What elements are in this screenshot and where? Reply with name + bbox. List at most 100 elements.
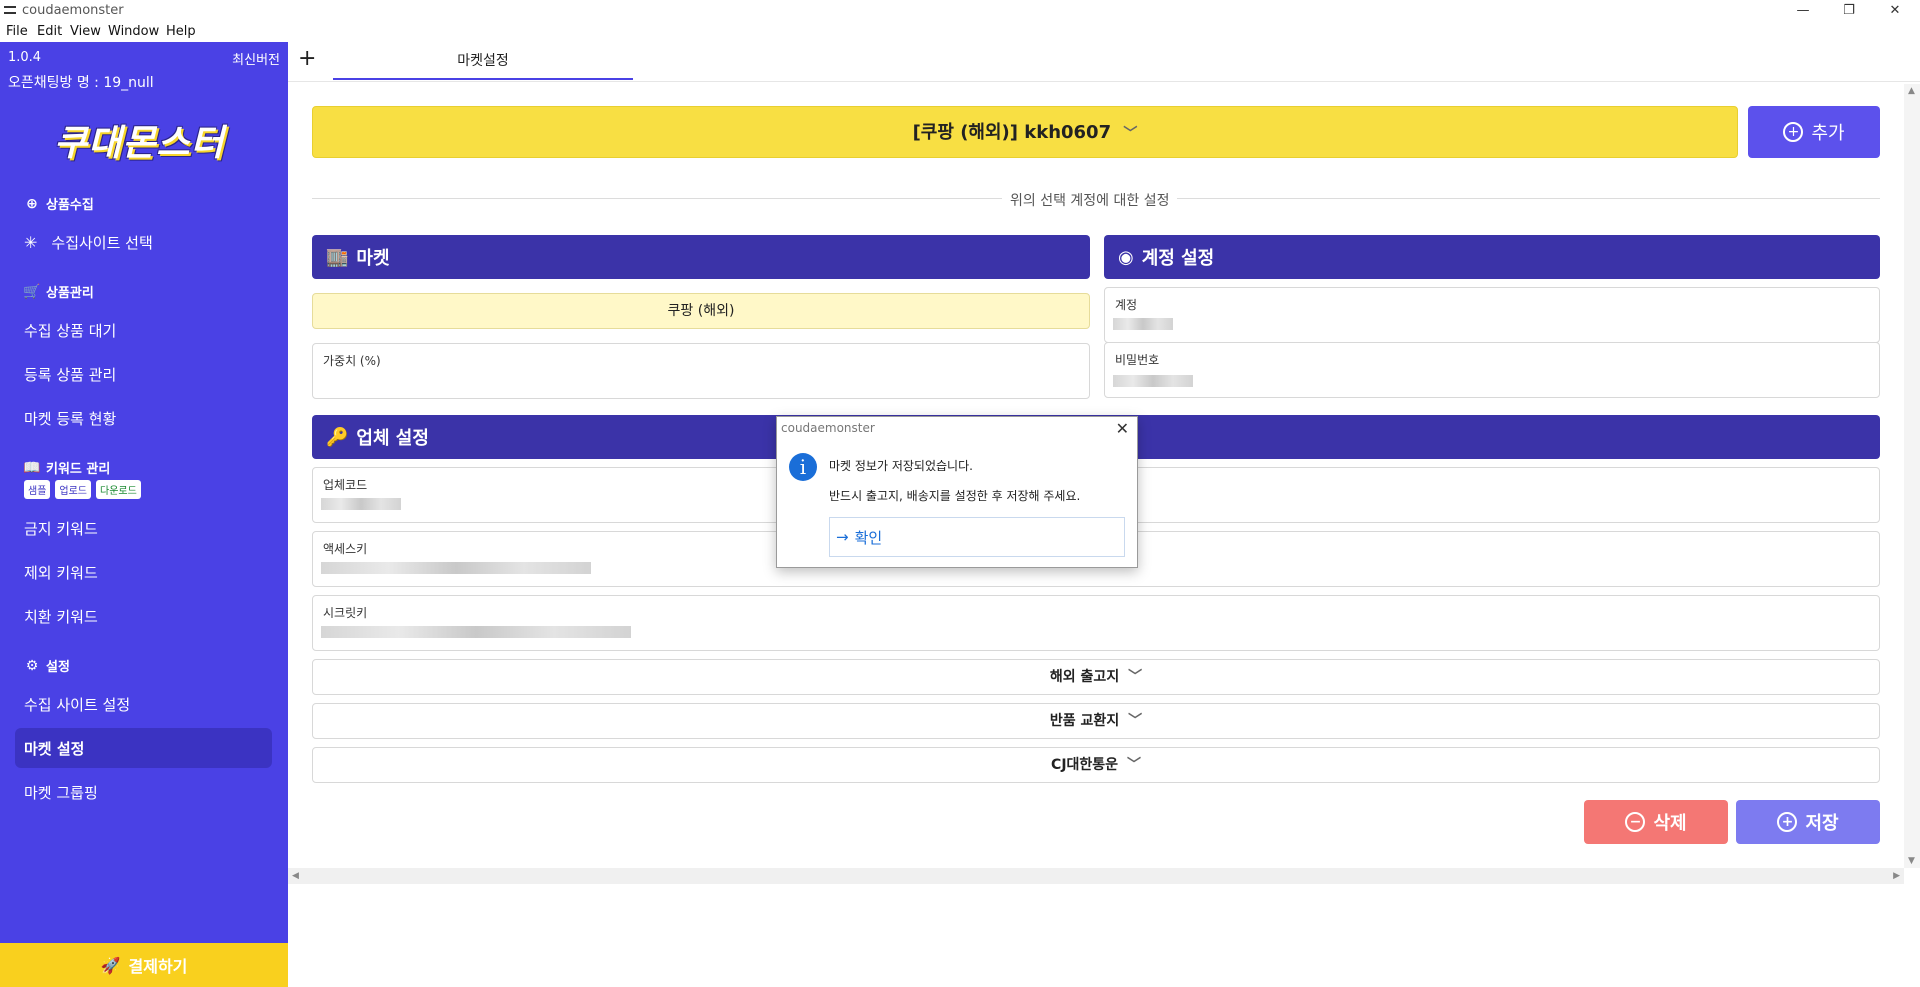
market-panel-title: 마켓 bbox=[356, 248, 390, 269]
return-exchange-collapsible[interactable]: 반품 교환지 ﹀ bbox=[312, 703, 1880, 739]
blurred-value bbox=[1113, 318, 1173, 330]
sample-tag[interactable]: 샘플 bbox=[24, 480, 51, 499]
rocket-icon: 🚀 bbox=[100, 955, 121, 975]
plus-circle-icon: + bbox=[1783, 122, 1804, 142]
sidebar-item-label: 마켓 그룹핑 bbox=[24, 783, 98, 802]
gear-icon: ⚙ bbox=[25, 657, 39, 674]
weight-label: 가중치 (%) bbox=[323, 354, 381, 368]
sidebar-item-market-group[interactable]: 마켓 그룹핑 bbox=[15, 772, 272, 812]
version-label: 1.0.4 bbox=[8, 50, 42, 65]
add-account-button[interactable]: + 추가 bbox=[1748, 106, 1880, 158]
book-icon: 📖 bbox=[23, 459, 41, 476]
minus-circle-icon: − bbox=[1625, 812, 1646, 832]
horizontal-scrollbar[interactable]: ◀ ▶ bbox=[288, 868, 1904, 884]
download-tag[interactable]: 다운로드 bbox=[96, 480, 141, 499]
title-bar: coudaemonster — ❐ ✕ bbox=[0, 0, 1920, 22]
user-circle-icon: ◉ bbox=[1118, 246, 1134, 268]
chatroom-name: 오픈채팅방 명 : 19_null bbox=[8, 75, 154, 91]
save-button[interactable]: + 저장 bbox=[1736, 800, 1880, 844]
menu-bar: File Edit View Window Help bbox=[0, 22, 1920, 42]
tab-bar: + 마켓설정 bbox=[288, 42, 1920, 82]
sidebar-item-market-status[interactable]: 마켓 등록 현황 bbox=[15, 398, 272, 438]
secret-key-label: 시크릿키 bbox=[323, 606, 368, 620]
delete-button[interactable]: − 삭제 bbox=[1584, 800, 1728, 844]
access-key-label: 액세스키 bbox=[323, 542, 368, 556]
save-label: 저장 bbox=[1805, 813, 1839, 834]
sidebar-item-label: 제외 키워드 bbox=[24, 563, 98, 582]
section-collect: ⊕ 상품수집 bbox=[24, 194, 94, 214]
tab-market-settings[interactable]: 마켓설정 bbox=[333, 42, 633, 80]
account-panel-title: 계정 설정 bbox=[1141, 248, 1215, 269]
dialog-title: coudaemonster bbox=[781, 421, 875, 435]
sidebar-item-label: 치환 키워드 bbox=[24, 607, 98, 626]
info-dialog: coudaemonster ✕ i 마켓 정보가 저장되었습니다. 반드시 출고… bbox=[776, 416, 1138, 568]
sidebar-item-label: 수집 사이트 설정 bbox=[24, 695, 131, 714]
weight-field[interactable]: 가중치 (%) bbox=[312, 343, 1090, 399]
section-collect-label: 상품수집 bbox=[46, 198, 94, 213]
sidebar-item-registered[interactable]: 등록 상품 관리 bbox=[15, 354, 272, 394]
market-field[interactable]: 쿠팡 (해외) bbox=[312, 293, 1090, 329]
dialog-message-detail: 반드시 출고지, 배송지를 설정한 후 저장해 주세요. bbox=[829, 489, 1081, 503]
vendor-panel-title: 업체 설정 bbox=[356, 428, 429, 449]
market-panel-header: 🏬 마켓 bbox=[312, 235, 1090, 279]
sidebar-item-label: 마켓 등록 현황 bbox=[24, 409, 117, 428]
menu-view[interactable]: View bbox=[70, 24, 101, 39]
arrow-right-icon: → bbox=[836, 528, 849, 546]
close-icon[interactable]: ✕ bbox=[1116, 419, 1129, 438]
collapsible-label: 해외 출고지 bbox=[1049, 669, 1120, 685]
courier-collapsible[interactable]: CJ대한통운 ﹀ bbox=[312, 747, 1880, 783]
restore-button[interactable]: ❐ bbox=[1826, 0, 1872, 22]
app-logo: 쿠대몬스터 bbox=[54, 123, 225, 164]
sidebar-item-market-settings[interactable]: 마켓 설정 bbox=[15, 728, 272, 768]
menu-file[interactable]: File bbox=[6, 24, 28, 39]
app-icon bbox=[4, 6, 16, 14]
section-manage: 🛒 상품관리 bbox=[23, 282, 94, 302]
blurred-value bbox=[321, 562, 591, 574]
sidebar-item-collect-wait[interactable]: 수집 상품 대기 bbox=[15, 310, 272, 350]
confirm-label: 확인 bbox=[854, 528, 883, 547]
store-icon: 🏬 bbox=[326, 246, 349, 268]
confirm-button[interactable]: → 확인 bbox=[829, 517, 1125, 557]
menu-window[interactable]: Window bbox=[108, 24, 159, 39]
delete-label: 삭제 bbox=[1653, 813, 1687, 834]
info-icon: i bbox=[789, 453, 817, 481]
scroll-left-icon[interactable]: ◀ bbox=[292, 871, 299, 881]
collapsible-label: CJ대한통운 bbox=[1051, 757, 1119, 773]
latest-version-label: 최신버전 bbox=[232, 53, 280, 68]
close-window-button[interactable]: ✕ bbox=[1872, 0, 1918, 22]
account-id-field[interactable]: 계정 bbox=[1104, 287, 1880, 343]
menu-help[interactable]: Help bbox=[166, 24, 196, 39]
sidebar-item-site-settings[interactable]: 수집 사이트 설정 bbox=[15, 684, 272, 724]
sidebar-item-banned-keyword[interactable]: 금지 키워드 bbox=[15, 508, 272, 548]
upload-tag[interactable]: 업로드 bbox=[55, 480, 92, 499]
pay-button-label: 결제하기 bbox=[128, 957, 188, 976]
sidebar-item-replace-keyword[interactable]: 치환 키워드 bbox=[15, 596, 272, 636]
overseas-warehouse-collapsible[interactable]: 해외 출고지 ﹀ bbox=[312, 659, 1880, 695]
sidebar-item-label: 금지 키워드 bbox=[24, 519, 98, 538]
password-label: 비밀번호 bbox=[1115, 353, 1160, 367]
menu-edit[interactable]: Edit bbox=[37, 24, 62, 39]
vertical-scrollbar[interactable]: ▲ ▼ bbox=[1904, 84, 1920, 868]
blurred-value bbox=[321, 626, 631, 638]
add-tab-button[interactable]: + bbox=[298, 46, 316, 71]
sidebar-item-site-select[interactable]: ✳ 수집사이트 선택 bbox=[15, 222, 272, 262]
sidebar-item-label: 수집사이트 선택 bbox=[51, 233, 153, 252]
sidebar-item-excluded-keyword[interactable]: 제외 키워드 bbox=[15, 552, 272, 592]
plus-circle-icon: + bbox=[1777, 812, 1798, 832]
scroll-right-icon[interactable]: ▶ bbox=[1893, 871, 1900, 881]
password-field[interactable]: 비밀번호 bbox=[1104, 342, 1880, 398]
globe-icon: ⊕ bbox=[26, 195, 38, 212]
scroll-up-icon[interactable]: ▲ bbox=[1908, 86, 1915, 96]
section-keyword-label: 키워드 관리 bbox=[46, 462, 111, 477]
secret-key-field[interactable]: 시크릿키 bbox=[312, 595, 1880, 651]
minimize-button[interactable]: — bbox=[1780, 0, 1826, 22]
scroll-down-icon[interactable]: ▼ bbox=[1908, 856, 1915, 866]
vendor-code-label: 업체코드 bbox=[323, 478, 368, 492]
section-settings-label: 설정 bbox=[46, 660, 70, 675]
chevron-down-icon: ﹀ bbox=[1123, 126, 1138, 142]
account-selector-label: [쿠팡 (해외)] kkh0607 bbox=[912, 122, 1112, 143]
pay-button[interactable]: 🚀 결제하기 bbox=[0, 943, 288, 987]
chevron-down-icon: ﹀ bbox=[1128, 669, 1143, 685]
cursor-click-icon: ✳ bbox=[24, 232, 38, 252]
account-selector[interactable]: [쿠팡 (해외)] kkh0607 ﹀ bbox=[312, 106, 1738, 158]
